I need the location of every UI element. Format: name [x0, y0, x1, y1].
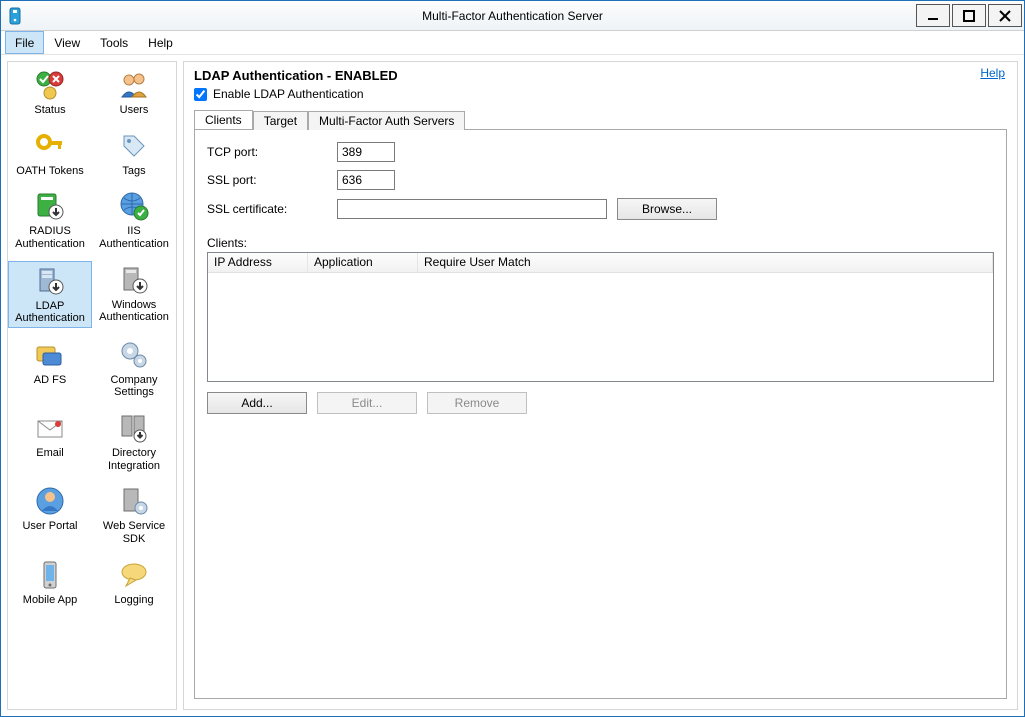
tab-panel-clients: TCP port: SSL port: SSL certificate: Bro… — [194, 129, 1007, 699]
sidebar-item-label: LDAP Authentication — [11, 300, 89, 325]
sidebar-item-label: IIS Authentication — [94, 225, 174, 250]
sidebar-item-tags[interactable]: Tags — [92, 127, 176, 180]
window-controls — [916, 1, 1024, 30]
menu-file[interactable]: File — [5, 31, 44, 54]
key-icon — [33, 129, 67, 163]
phone-icon — [33, 558, 67, 592]
tags-icon — [117, 129, 151, 163]
users-icon — [117, 68, 151, 102]
server-gear-icon — [117, 484, 151, 518]
sidebar-item-label: Logging — [114, 594, 153, 607]
server-download-icon — [33, 264, 67, 298]
sidebar-item-mobile-app[interactable]: Mobile App — [8, 556, 92, 609]
edit-button[interactable]: Edit... — [317, 392, 417, 414]
menu-help[interactable]: Help — [138, 31, 183, 54]
sidebar-item-label: Status — [34, 104, 65, 117]
page-title: LDAP Authentication - ENABLED — [194, 68, 1007, 83]
column-application[interactable]: Application — [308, 253, 418, 272]
sidebar-item-ldap-auth[interactable]: LDAP Authentication — [8, 261, 92, 328]
column-require-user-match[interactable]: Require User Match — [418, 253, 993, 272]
minimize-button[interactable] — [916, 4, 950, 27]
sidebar-item-label: Windows Authentication — [94, 299, 174, 324]
server-download-icon — [117, 263, 151, 297]
folders-icon — [33, 338, 67, 372]
column-ip[interactable]: IP Address — [208, 253, 308, 272]
help-link[interactable]: Help — [980, 66, 1005, 80]
status-icon — [33, 68, 67, 102]
sidebar-item-label: Company Settings — [94, 374, 174, 399]
tab-target[interactable]: Target — [253, 111, 308, 130]
gears-icon — [117, 338, 151, 372]
sidebar-item-web-service-sdk[interactable]: Web Service SDK — [92, 482, 176, 547]
sidebar-item-status[interactable]: Status — [8, 66, 92, 119]
main-panel: Help LDAP Authentication - ENABLED Enabl… — [183, 61, 1018, 710]
tab-strip: Clients Target Multi-Factor Auth Servers — [194, 107, 1007, 129]
sidebar-item-label: OATH Tokens — [16, 165, 83, 178]
enable-ldap-label: Enable LDAP Authentication — [213, 87, 364, 101]
sidebar-item-iis-auth[interactable]: IIS Authentication — [92, 187, 176, 252]
sidebar-item-label: Tags — [122, 165, 145, 178]
sidebar-item-user-portal[interactable]: User Portal — [8, 482, 92, 547]
tcp-port-label: TCP port: — [207, 145, 337, 159]
sidebar-item-label: Users — [120, 104, 149, 117]
browse-button[interactable]: Browse... — [617, 198, 717, 220]
sidebar-item-email[interactable]: Email — [8, 409, 92, 474]
sidebar-item-label: Web Service SDK — [94, 520, 174, 545]
sidebar-item-label: AD FS — [34, 374, 66, 387]
titlebar: Multi-Factor Authentication Server — [1, 1, 1024, 31]
sidebar-item-label: RADIUS Authentication — [10, 225, 90, 250]
maximize-button[interactable] — [952, 4, 986, 27]
user-globe-icon — [33, 484, 67, 518]
tab-mfa-servers[interactable]: Multi-Factor Auth Servers — [308, 111, 465, 130]
clients-listview[interactable]: IP Address Application Require User Matc… — [207, 252, 994, 382]
menu-view[interactable]: View — [44, 31, 90, 54]
sidebar-item-adfs[interactable]: AD FS — [8, 336, 92, 401]
ssl-port-input[interactable] — [337, 170, 395, 190]
sidebar-item-users[interactable]: Users — [92, 66, 176, 119]
enable-ldap-checkbox[interactable] — [194, 88, 207, 101]
listview-header: IP Address Application Require User Matc… — [208, 253, 993, 273]
ssl-cert-label: SSL certificate: — [207, 202, 337, 216]
window-title: Multi-Factor Authentication Server — [1, 9, 1024, 23]
sidebar-item-label: Email — [36, 447, 64, 460]
speech-bubble-icon — [117, 558, 151, 592]
sidebar-item-radius-auth[interactable]: RADIUS Authentication — [8, 187, 92, 252]
sidebar-item-company-settings[interactable]: Company Settings — [92, 336, 176, 401]
tab-clients[interactable]: Clients — [194, 110, 253, 129]
content-area: Status Users — [1, 55, 1024, 716]
servers-download-icon — [117, 411, 151, 445]
remove-button[interactable]: Remove — [427, 392, 527, 414]
menu-tools[interactable]: Tools — [90, 31, 138, 54]
sidebar-item-label: Mobile App — [23, 594, 77, 607]
sidebar-item-directory-integration[interactable]: Directory Integration — [92, 409, 176, 474]
add-button[interactable]: Add... — [207, 392, 307, 414]
sidebar-item-label: User Portal — [22, 520, 77, 533]
sidebar: Status Users — [7, 61, 177, 710]
app-icon — [7, 6, 27, 26]
clients-label: Clients: — [207, 236, 994, 250]
globe-check-icon — [117, 189, 151, 223]
app-window: Multi-Factor Authentication Server File … — [0, 0, 1025, 717]
sidebar-item-logging[interactable]: Logging — [92, 556, 176, 609]
envelope-icon — [33, 411, 67, 445]
tcp-port-input[interactable] — [337, 142, 395, 162]
sidebar-item-label: Directory Integration — [94, 447, 174, 472]
ssl-port-label: SSL port: — [207, 173, 337, 187]
sidebar-item-windows-auth[interactable]: Windows Authentication — [92, 261, 176, 328]
ssl-cert-input[interactable] — [337, 199, 607, 219]
book-download-icon — [33, 189, 67, 223]
menubar: File View Tools Help — [1, 31, 1024, 55]
sidebar-item-oath-tokens[interactable]: OATH Tokens — [8, 127, 92, 180]
close-button[interactable] — [988, 4, 1022, 27]
